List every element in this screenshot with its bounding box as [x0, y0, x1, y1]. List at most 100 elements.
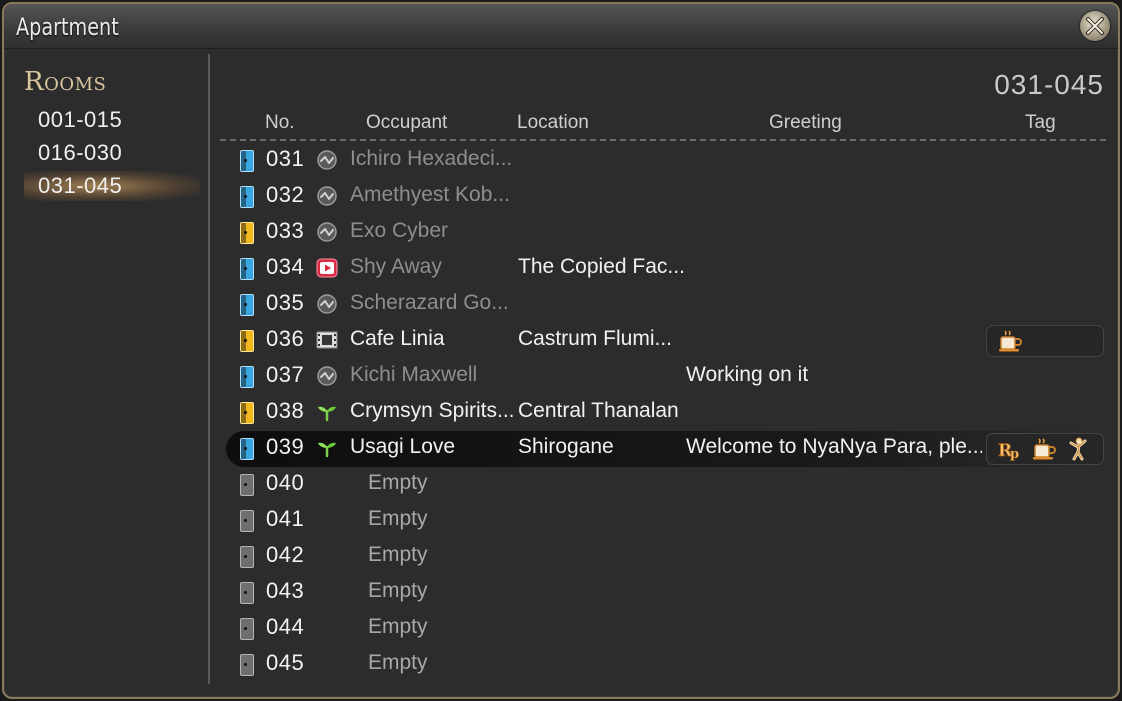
room-row-033[interactable]: 033 Exo Cyber — [226, 215, 1104, 251]
svg-text:p: p — [1010, 447, 1019, 461]
location: Castrum Flumi... — [518, 327, 673, 350]
offline-icon — [316, 293, 338, 315]
film-icon — [316, 329, 338, 351]
occupant-name: Exo Cyber — [350, 219, 449, 242]
room-row-042[interactable]: 042 Empty — [226, 539, 1104, 575]
greeting: Welcome to NyaNya Para, ple... — [686, 435, 982, 458]
empty-door-icon — [240, 510, 254, 532]
door-icon — [240, 402, 254, 424]
window-title: Apartment — [16, 13, 119, 41]
apartment-window: Apartment Rooms 001-015 016-030 031-045 03… — [2, 2, 1120, 699]
room-row-045[interactable]: 045 Empty — [226, 647, 1104, 683]
column-header-greeting: Greeting — [769, 112, 842, 133]
page-indicator: 031-045 — [994, 69, 1104, 100]
door-icon — [240, 366, 254, 388]
door-icon — [240, 438, 254, 460]
tag-box: Rp — [986, 433, 1104, 465]
empty-door-icon — [240, 474, 254, 496]
roleplay-icon: Rp — [997, 437, 1023, 461]
location: Shirogane — [518, 435, 614, 458]
room-row-037[interactable]: 037 Kichi Maxwell Working on it — [226, 359, 1104, 395]
door-icon — [240, 330, 254, 352]
occupant-name: Kichi Maxwell — [350, 363, 478, 386]
offline-icon — [316, 185, 338, 207]
door-icon — [240, 222, 254, 244]
close-icon — [1086, 17, 1104, 35]
room-number: 040 — [266, 470, 305, 495]
occupant-name: Empty — [368, 471, 428, 494]
sprout-icon — [316, 401, 338, 423]
empty-door-icon — [240, 582, 254, 604]
door-icon — [240, 294, 254, 316]
room-list-panel: 031-045 No. Occupant Location Greeting T… — [210, 49, 1118, 697]
column-header-tag: Tag — [1025, 112, 1056, 133]
rooms-heading: Rooms — [24, 67, 107, 97]
occupant-name: Cafe Linia — [350, 327, 445, 350]
column-header-occupant: Occupant — [366, 112, 448, 133]
empty-door-icon — [240, 618, 254, 640]
occupant-name: Crymsyn Spirits... — [350, 399, 515, 422]
range-item-031-045[interactable]: 031-045 — [24, 171, 200, 201]
occupant-name: Scherazard Go... — [350, 291, 509, 314]
room-row-043[interactable]: 043 Empty — [226, 575, 1104, 611]
occupant-name: Empty — [368, 543, 428, 566]
tag-box — [986, 325, 1104, 357]
room-row-031[interactable]: 031 Ichiro Hexadeci... — [226, 143, 1104, 179]
room-number: 045 — [266, 650, 305, 675]
room-number: 035 — [266, 290, 305, 315]
door-icon — [240, 186, 254, 208]
room-number: 044 — [266, 614, 305, 639]
viewing-cutscene-icon — [316, 257, 338, 279]
room-number: 041 — [266, 506, 305, 531]
occupant-name: Usagi Love — [350, 435, 456, 458]
range-item-001-015[interactable]: 001-015 — [24, 105, 200, 135]
column-header-location: Location — [517, 112, 589, 133]
close-button[interactable] — [1080, 11, 1110, 41]
room-row-032[interactable]: 032 Amethyest Kob... — [226, 179, 1104, 215]
dance-icon — [1065, 437, 1091, 461]
room-row-038[interactable]: 038 Crymsyn Spirits... Central Thanalan — [226, 395, 1104, 431]
offline-icon — [316, 365, 338, 387]
room-row-035[interactable]: 035 Scherazard Go... — [226, 287, 1104, 323]
room-number: 033 — [266, 218, 305, 243]
room-number: 036 — [266, 326, 305, 351]
room-row-040[interactable]: 040 Empty — [226, 467, 1104, 503]
room-row-041[interactable]: 041 Empty — [226, 503, 1104, 539]
table-header: No. Occupant Location Greeting Tag — [220, 107, 1106, 141]
room-number: 043 — [266, 578, 305, 603]
occupant-name: Empty — [368, 579, 428, 602]
offline-icon — [316, 149, 338, 171]
occupant-name: Amethyest Kob... — [350, 183, 510, 206]
room-number: 038 — [266, 398, 305, 423]
range-item-016-030[interactable]: 016-030 — [24, 138, 200, 168]
empty-door-icon — [240, 546, 254, 568]
offline-icon — [316, 221, 338, 243]
room-row-036[interactable]: 036 Cafe Linia Castrum Flumi... — [226, 323, 1104, 359]
cafe-icon — [997, 329, 1023, 353]
room-number: 039 — [266, 434, 305, 459]
occupant-name: Empty — [368, 651, 428, 674]
title-bar[interactable]: Apartment — [4, 4, 1118, 49]
sprout-icon — [316, 437, 338, 459]
occupant-name: Shy Away — [350, 255, 442, 278]
room-number: 032 — [266, 182, 305, 207]
door-icon — [240, 258, 254, 280]
room-row-044[interactable]: 044 Empty — [226, 611, 1104, 647]
greeting: Working on it — [686, 363, 809, 386]
occupant-name: Ichiro Hexadeci... — [350, 147, 513, 170]
room-row-034[interactable]: 034 Shy Away The Copied Fac... — [226, 251, 1104, 287]
column-header-no: No. — [265, 112, 295, 133]
room-row-039[interactable]: 039 Usagi Love Shirogane Welcome to NyaNya … — [226, 431, 1104, 467]
room-number: 034 — [266, 254, 305, 279]
door-icon — [240, 150, 254, 172]
room-number: 042 — [266, 542, 305, 567]
room-number: 031 — [266, 146, 305, 171]
room-number: 037 — [266, 362, 305, 387]
occupant-name: Empty — [368, 615, 428, 638]
sidebar: Rooms 001-015 016-030 031-045 — [4, 49, 208, 697]
location: The Copied Fac... — [518, 255, 684, 278]
empty-door-icon — [240, 654, 254, 676]
cafe-icon — [1031, 437, 1057, 461]
occupant-name: Empty — [368, 507, 428, 530]
location: Central Thanalan — [518, 399, 679, 422]
